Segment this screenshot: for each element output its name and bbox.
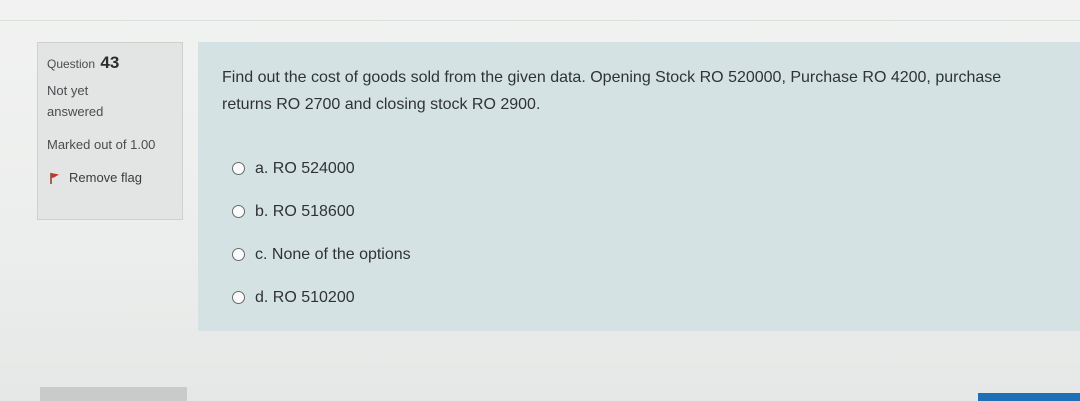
question-info-box: Question 43 Not yet answered Marked out … — [37, 42, 183, 220]
next-page-button[interactable] — [978, 393, 1080, 401]
flag-icon — [47, 171, 61, 185]
previous-page-button[interactable] — [40, 387, 187, 401]
question-number: 43 — [100, 53, 120, 72]
question-label: Question — [47, 57, 96, 71]
radio-button-icon[interactable] — [232, 205, 245, 218]
question-number-line: Question 43 — [47, 53, 173, 73]
question-text: Find out the cost of goods sold from the… — [222, 69, 1002, 113]
option-label: b. RO 518600 — [255, 202, 355, 220]
radio-button-icon[interactable] — [232, 248, 245, 261]
option-label: a. RO 524000 — [255, 159, 355, 177]
radio-button-icon[interactable] — [232, 162, 245, 175]
radio-button-icon[interactable] — [232, 291, 245, 304]
option-label: c. None of the options — [255, 245, 411, 263]
answer-status: Not yet answered — [47, 83, 104, 119]
top-divider — [0, 20, 1080, 21]
remove-flag-link[interactable]: Remove flag — [47, 170, 173, 185]
question-panel: Find out the cost of goods sold from the… — [198, 42, 1080, 331]
marks-info: Marked out of 1.00 — [47, 137, 156, 152]
option-c[interactable]: c. None of the options — [232, 233, 411, 276]
option-a[interactable]: a. RO 524000 — [232, 147, 411, 190]
option-b[interactable]: b. RO 518600 — [232, 190, 411, 233]
remove-flag-label: Remove flag — [69, 170, 142, 185]
answer-options: a. RO 524000 b. RO 518600 c. None of the… — [232, 147, 411, 319]
option-label: d. RO 510200 — [255, 288, 355, 306]
option-d[interactable]: d. RO 510200 — [232, 276, 411, 319]
